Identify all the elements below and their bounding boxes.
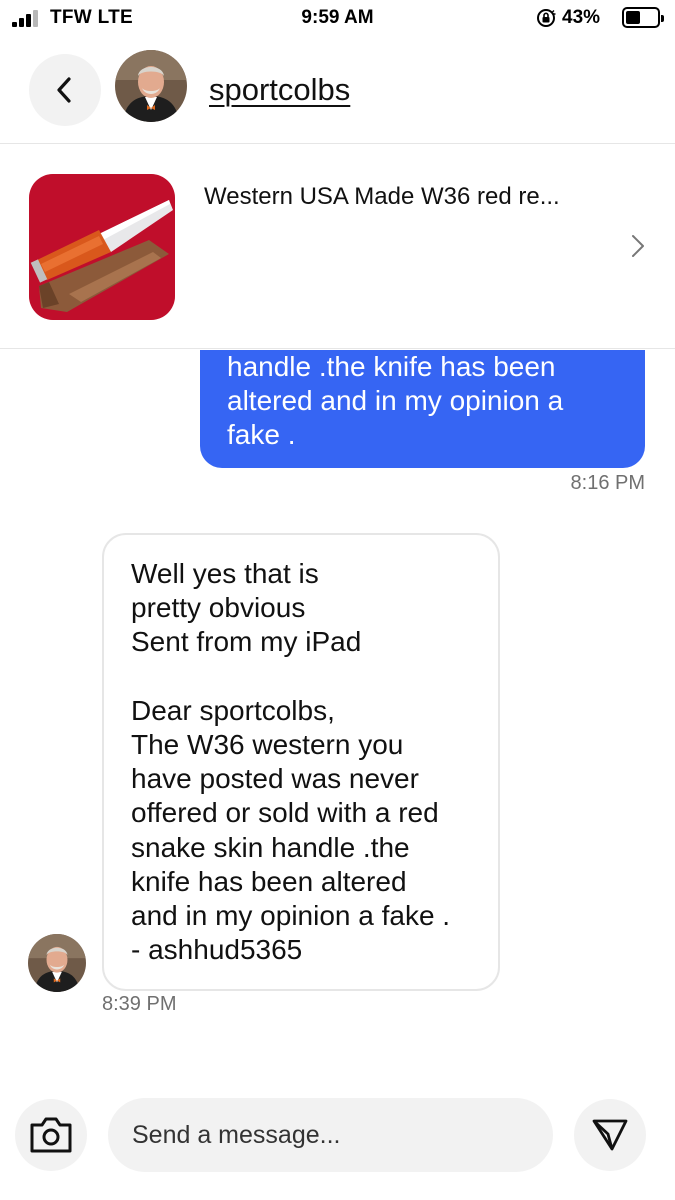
message-input[interactable]: [108, 1098, 553, 1172]
message-line: The W36 western you: [131, 729, 404, 760]
avatar[interactable]: [115, 50, 187, 122]
incoming-message-bubble[interactable]: Well yes that is pretty obvious Sent fro…: [102, 533, 500, 991]
back-button[interactable]: [29, 54, 101, 126]
back-chevron-icon: [57, 77, 71, 103]
incoming-timestamp: 8:39 PM: [102, 993, 177, 1015]
message-line: knife has been altered: [131, 865, 407, 897]
outgoing-message-bubble[interactable]: handle .the knife has been altered and i…: [200, 350, 645, 468]
camera-icon: [30, 1117, 72, 1153]
message-line: have posted was never: [131, 763, 419, 795]
camera-button[interactable]: [15, 1099, 87, 1171]
chevron-right-icon[interactable]: [630, 233, 646, 259]
listing-card[interactable]: Western USA Made W36 red re...: [0, 145, 675, 349]
knife-thumbnail[interactable]: [29, 174, 175, 320]
message-line: Well yes that is: [131, 558, 319, 589]
listing-title[interactable]: Western USA Made W36 red re...: [204, 183, 560, 211]
send-icon: [592, 1119, 628, 1151]
battery-icon: [622, 7, 664, 28]
message-line: altered and in my opinion a: [227, 385, 564, 416]
message-line: Dear sportcolbs,: [131, 694, 335, 726]
message-line: - ashhud5365: [131, 934, 303, 966]
message-line: Sent from my iPad: [131, 626, 362, 658]
message-line: handle .the knife has been: [227, 351, 556, 382]
outgoing-timestamp: 8:16 PM: [570, 472, 645, 494]
message-line: snake skin handle .the: [131, 831, 410, 863]
send-button[interactable]: [574, 1099, 646, 1171]
battery-percent: 43%: [562, 7, 601, 28]
message-line: fake .: [227, 419, 296, 450]
status-bar: TFW LTE 9:59 AM 43%: [0, 0, 675, 36]
conversation-header: sportcolbs: [0, 40, 675, 144]
orientation-lock-icon: [537, 9, 556, 27]
message-line: [131, 660, 478, 694]
message-composer: [0, 1090, 675, 1200]
message-line: pretty obvious: [131, 592, 306, 624]
conversation-username[interactable]: sportcolbs: [209, 72, 350, 108]
message-line: offered or sold with a red: [131, 797, 439, 829]
sender-avatar[interactable]: [28, 934, 86, 992]
message-thread: handle .the knife has been altered and i…: [0, 350, 675, 1080]
message-line: and in my opinion a fake .: [131, 900, 451, 932]
messaging-screen: TFW LTE 9:59 AM 43% sportcolbs Western U…: [0, 0, 675, 1200]
